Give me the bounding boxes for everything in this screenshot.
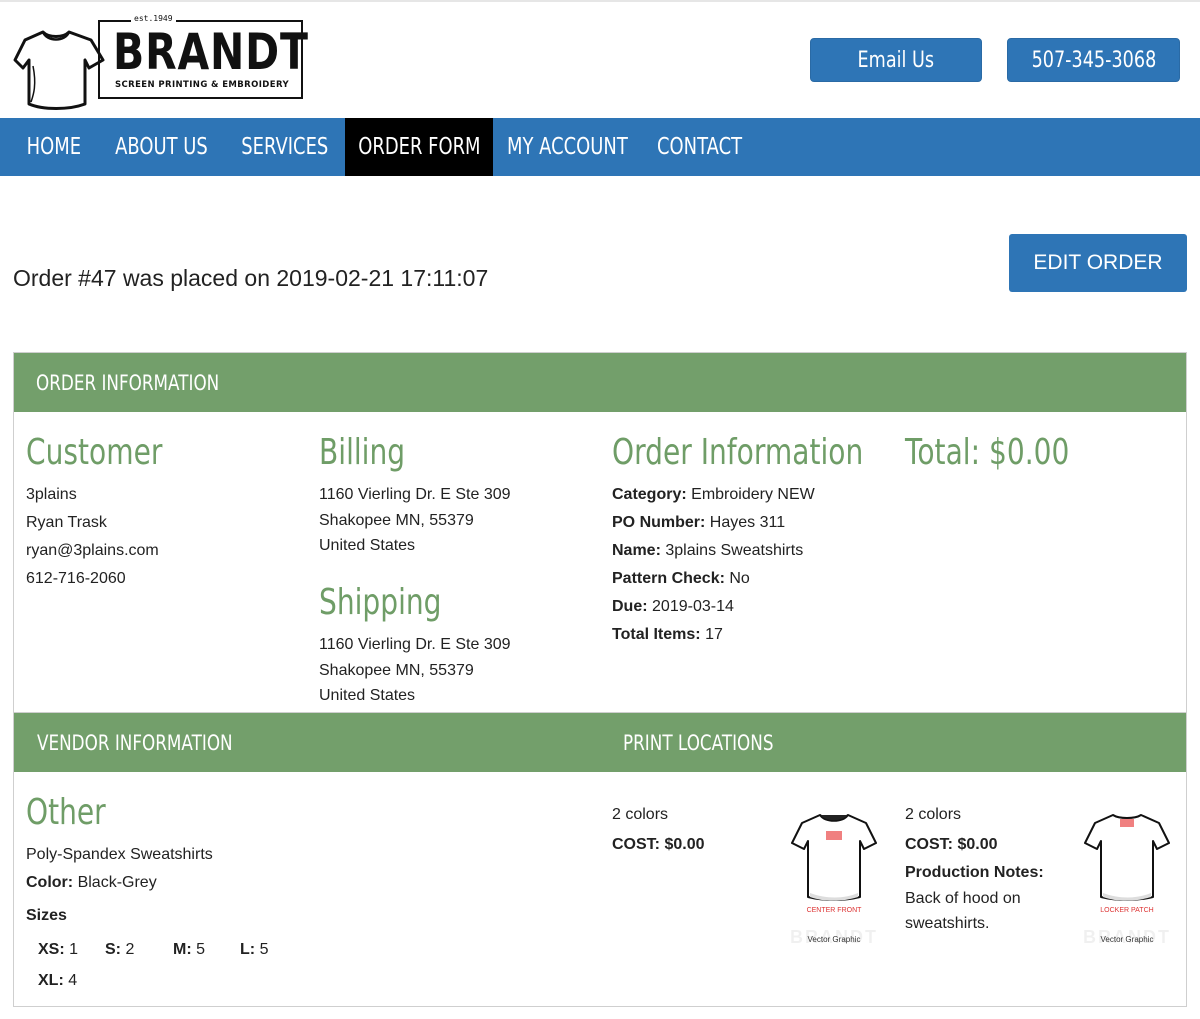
top-border (0, 0, 1200, 2)
order-information-panel: ORDER INFORMATION Customer 3plains Ryan … (13, 352, 1187, 713)
center-front-patch (826, 831, 842, 840)
location-2-vector-graphic: Vector Graphic (1100, 935, 1154, 944)
billing-heading: Billing (319, 432, 406, 473)
shipping-heading: Shipping (319, 582, 442, 623)
location-2-cost: COST: $0.00 (905, 836, 998, 853)
size-s: S: 2 (105, 941, 135, 958)
order-field-category: Category: Embroidery NEW (612, 486, 815, 503)
size-xs: XS: 1 (38, 941, 79, 958)
vendor-print-header: VENDOR INFORMATION PRINT LOCATIONS (14, 713, 1186, 772)
email-us-button[interactable]: Email Us (810, 38, 982, 82)
size-l: L: 5 (240, 941, 269, 958)
size-m: M: 5 (173, 941, 206, 958)
customer-phone: 612-716-2060 (26, 570, 126, 587)
sizes-label: Sizes (26, 907, 67, 924)
nav-my-account[interactable]: MY ACCOUNT (498, 118, 636, 176)
vendor-color: Color: Black-Grey (26, 874, 157, 891)
phone-button[interactable]: 507-345-3068 (1007, 38, 1180, 82)
vendor-heading: Other (26, 792, 106, 833)
nav-order-form[interactable]: ORDER FORM (345, 118, 493, 176)
location-2-colors: 2 colors (905, 806, 962, 823)
vendor-product: Poly-Spandex Sweatshirts (26, 846, 213, 863)
order-summary: Order #47 was placed on 2019-02-21 17:11… (13, 265, 489, 291)
order-field-pattern-check: Pattern Check: No (612, 570, 750, 587)
location-2-shirt-graphic[interactable]: LOCKER PATCH BRANDT Vector Graphic (1079, 809, 1175, 949)
location-1-cost: COST: $0.00 (612, 836, 705, 853)
nav-about-us[interactable]: ABOUT US (104, 118, 219, 176)
order-information-header: ORDER INFORMATION (14, 353, 1186, 412)
size-xl: XL: 4 (38, 972, 78, 989)
vendor-print-panel: VENDOR INFORMATION PRINT LOCATIONS Other… (13, 712, 1187, 1007)
location-1-placement: CENTER FRONT (806, 907, 862, 914)
location-2-notes-label: Production Notes: (905, 864, 1044, 881)
location-2-notes-line1: Back of hood on (905, 890, 1021, 907)
order-total: Total: $0.00 (905, 432, 1070, 473)
shipping-line3: United States (319, 687, 416, 704)
customer-heading: Customer (26, 432, 163, 473)
billing-line2: Shakopee MN, 55379 (319, 512, 474, 529)
tshirt-logo-icon (13, 30, 105, 110)
customer-name: Ryan Trask (26, 514, 107, 531)
billing-line3: United States (319, 537, 416, 554)
billing-line1: 1160 Vierling Dr. E Ste 309 (319, 486, 511, 503)
locker-patch (1120, 819, 1134, 827)
nav-contact[interactable]: CONTACT (646, 118, 754, 176)
shipping-line2: Shakopee MN, 55379 (319, 662, 474, 679)
shipping-line1: 1160 Vierling Dr. E Ste 309 (319, 636, 511, 653)
location-2-placement: LOCKER PATCH (1100, 907, 1154, 914)
tshirt-back-icon (1084, 814, 1170, 901)
order-information-title: ORDER INFORMATION (36, 370, 220, 395)
edit-order-button[interactable]: EDIT ORDER (1009, 234, 1187, 292)
nav-services[interactable]: SERVICES (229, 118, 340, 176)
order-field-due: Due: 2019-03-14 (612, 598, 734, 615)
logo-brand: BRANDT (113, 23, 309, 81)
location-1-vector-graphic: Vector Graphic (807, 935, 861, 944)
location-1-shirt-graphic[interactable]: CENTER FRONT BRANDT Vector Graphic (786, 809, 882, 949)
order-field-po-number: PO Number: Hayes 311 (612, 514, 786, 531)
customer-company: 3plains (26, 486, 77, 503)
customer-email: ryan@3plains.com (26, 542, 159, 559)
location-1-colors: 2 colors (612, 806, 669, 823)
order-field-name: Name: 3plains Sweatshirts (612, 542, 804, 559)
logo-tagline: SCREEN PRINTING & EMBROIDERY (115, 80, 289, 90)
order-field-total-items: Total Items: 17 (612, 626, 723, 643)
location-2-notes-line2: sweatshirts. (905, 915, 990, 932)
vendor-information-title: VENDOR INFORMATION (37, 730, 233, 755)
tshirt-front-icon (791, 814, 877, 901)
order-info-heading: Order Information (612, 432, 864, 473)
brandt-logo[interactable]: est.1949 BRANDT SCREEN PRINTING & EMBROI… (13, 14, 308, 110)
nav-home[interactable]: HOME (13, 118, 94, 176)
print-locations-title: PRINT LOCATIONS (623, 730, 774, 755)
main-nav: HOME ABOUT US SERVICES ORDER FORM MY ACC… (0, 118, 1200, 176)
logo-est: est.1949 (131, 14, 176, 23)
